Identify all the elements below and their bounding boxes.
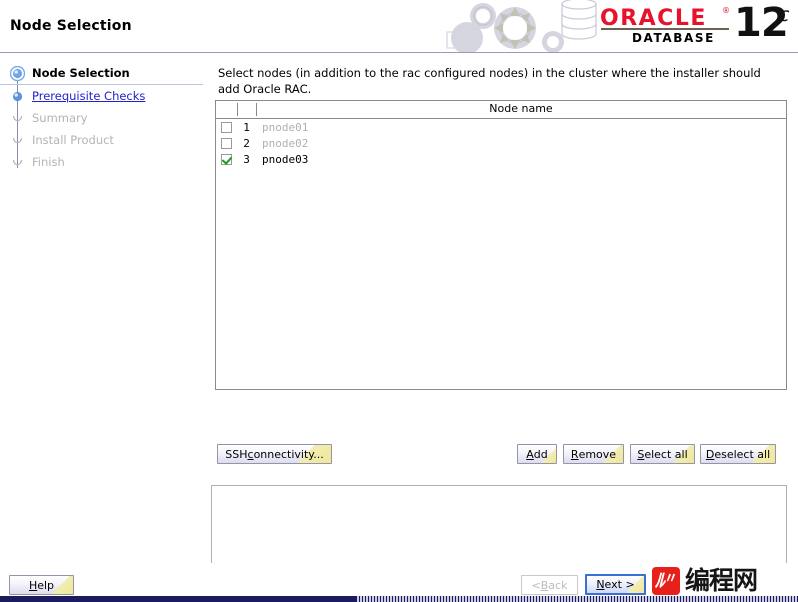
column-divider: [237, 103, 238, 116]
sidebar-item-label: Node Selection: [32, 66, 130, 80]
remove-button[interactable]: Remove: [563, 444, 624, 464]
watermark-badge-icon: [652, 567, 680, 595]
step-pending-icon: [12, 137, 23, 144]
header-bar: Node Selection ORACLE ® DATABASE 12 c: [0, 0, 798, 52]
row-number: 2: [243, 136, 250, 150]
btn-mnemonic: N: [596, 578, 605, 591]
btn-mnemonic: D: [705, 447, 715, 461]
row-checkbox-cell[interactable]: [216, 137, 237, 149]
sidebar-item-label: Finish: [32, 155, 65, 169]
window-bottom-bar-right: [356, 596, 798, 602]
sidebar-item-node-selection[interactable]: Node Selection: [0, 62, 203, 85]
row-number: 3: [243, 152, 250, 166]
watermark-logo: 编程网: [652, 566, 794, 596]
sidebar-item-finish: Finish: [0, 151, 203, 173]
node-checkbox[interactable]: [221, 121, 232, 133]
btn-mnemonic: R: [570, 447, 579, 461]
node-checkbox[interactable]: [221, 137, 232, 149]
sidebar-item-label: Prerequisite Checks: [32, 89, 146, 103]
node-checkbox[interactable]: [221, 153, 232, 165]
step-pending-icon: [12, 115, 23, 122]
btn-text-post: elp: [37, 578, 55, 592]
oracle-edition-text: c: [779, 4, 790, 26]
watermark-text: 编程网: [685, 566, 758, 595]
oracle-product-text: DATABASE: [632, 31, 715, 45]
row-checkbox-cell[interactable]: [216, 153, 237, 165]
btn-text-post: onnectivity...: [253, 447, 324, 461]
row-node-name: pnode03: [262, 152, 309, 166]
sidebar-nav: Node Selection Prerequisite Checks Summa…: [0, 62, 204, 564]
deselect-all-button[interactable]: Deselect all: [700, 444, 776, 464]
btn-text-post: elect all: [644, 447, 688, 461]
btn-mnemonic: H: [28, 578, 38, 592]
back-button: < Back: [521, 575, 578, 595]
btn-text-post: emove: [578, 447, 617, 461]
btn-text-pre: SSH: [225, 447, 248, 461]
btn-text-pre: <: [531, 578, 541, 592]
btn-mnemonic: S: [637, 447, 645, 461]
select-all-button[interactable]: Select all: [630, 444, 695, 464]
next-button[interactable]: Next >: [585, 574, 646, 595]
table-row[interactable]: 1 pnode01: [216, 119, 786, 135]
column-header-node-name: Node name: [489, 102, 553, 115]
oracle-trademark: ®: [722, 6, 730, 15]
help-button[interactable]: Help: [9, 575, 74, 595]
btn-text-post: dd: [533, 447, 548, 461]
step-done-icon: [12, 91, 23, 102]
btn-mnemonic: A: [526, 447, 534, 461]
table-row[interactable]: 2 pnode02: [216, 135, 786, 151]
btn-text-post: ext >: [604, 578, 635, 591]
sidebar-item-prerequisite-checks[interactable]: Prerequisite Checks: [0, 85, 203, 107]
row-checkbox-cell[interactable]: [216, 121, 237, 133]
page-title: Node Selection: [10, 18, 132, 34]
table-header-row: Node name: [216, 101, 786, 119]
node-table[interactable]: Node name 1 pnode01 2 pnode02 3 pnode03: [215, 100, 787, 390]
sidebar-item-summary: Summary: [0, 107, 203, 129]
row-number: 1: [243, 120, 250, 134]
ssh-connectivity-button[interactable]: SSH c onnectivity...: [217, 444, 332, 464]
add-button[interactable]: Add: [517, 444, 557, 464]
header-divider: [0, 52, 798, 53]
row-node-name: pnode01: [262, 120, 309, 134]
btn-mnemonic: B: [540, 578, 549, 592]
sidebar-item-label: Summary: [32, 111, 88, 125]
main-panel: Select nodes (in addition to the rac con…: [203, 62, 798, 566]
table-row[interactable]: 3 pnode03: [216, 151, 786, 167]
oracle-rule: [601, 28, 729, 30]
gears-database-graphic: [446, 0, 597, 52]
row-node-name: pnode02: [262, 136, 309, 150]
btn-text-post: eselect all: [714, 447, 771, 461]
sidebar-item-label: Install Product: [32, 133, 114, 147]
step-pending-icon: [12, 159, 23, 166]
sidebar-item-install-product: Install Product: [0, 129, 203, 151]
details-panel: [211, 485, 787, 566]
step-current-icon: [10, 66, 25, 81]
instruction-text: Select nodes (in addition to the rac con…: [218, 66, 761, 96]
btn-text-post: ack: [548, 578, 568, 592]
oracle-logo: ORACLE ® DATABASE 12 c: [600, 0, 790, 48]
